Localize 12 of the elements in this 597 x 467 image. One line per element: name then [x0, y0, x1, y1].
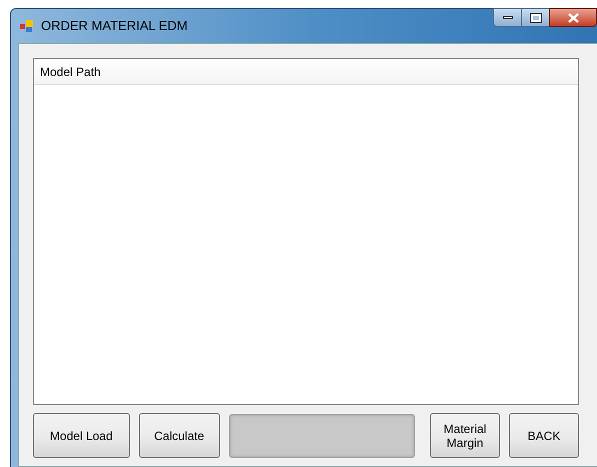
- minimize-button[interactable]: [493, 8, 522, 27]
- material-margin-button[interactable]: Material Margin: [430, 413, 500, 458]
- close-button[interactable]: [549, 8, 597, 27]
- back-button[interactable]: BACK: [509, 413, 579, 458]
- window-title: ORDER MATERIAL EDM: [41, 17, 188, 36]
- maximize-button[interactable]: [522, 8, 549, 27]
- model-path-list[interactable]: Model Path: [33, 58, 579, 405]
- model-load-button[interactable]: Model Load: [33, 413, 130, 458]
- calculate-button[interactable]: Calculate: [138, 413, 220, 458]
- app-icon: [19, 18, 35, 34]
- close-icon: [568, 12, 578, 22]
- column-header[interactable]: Model Path: [34, 59, 578, 84]
